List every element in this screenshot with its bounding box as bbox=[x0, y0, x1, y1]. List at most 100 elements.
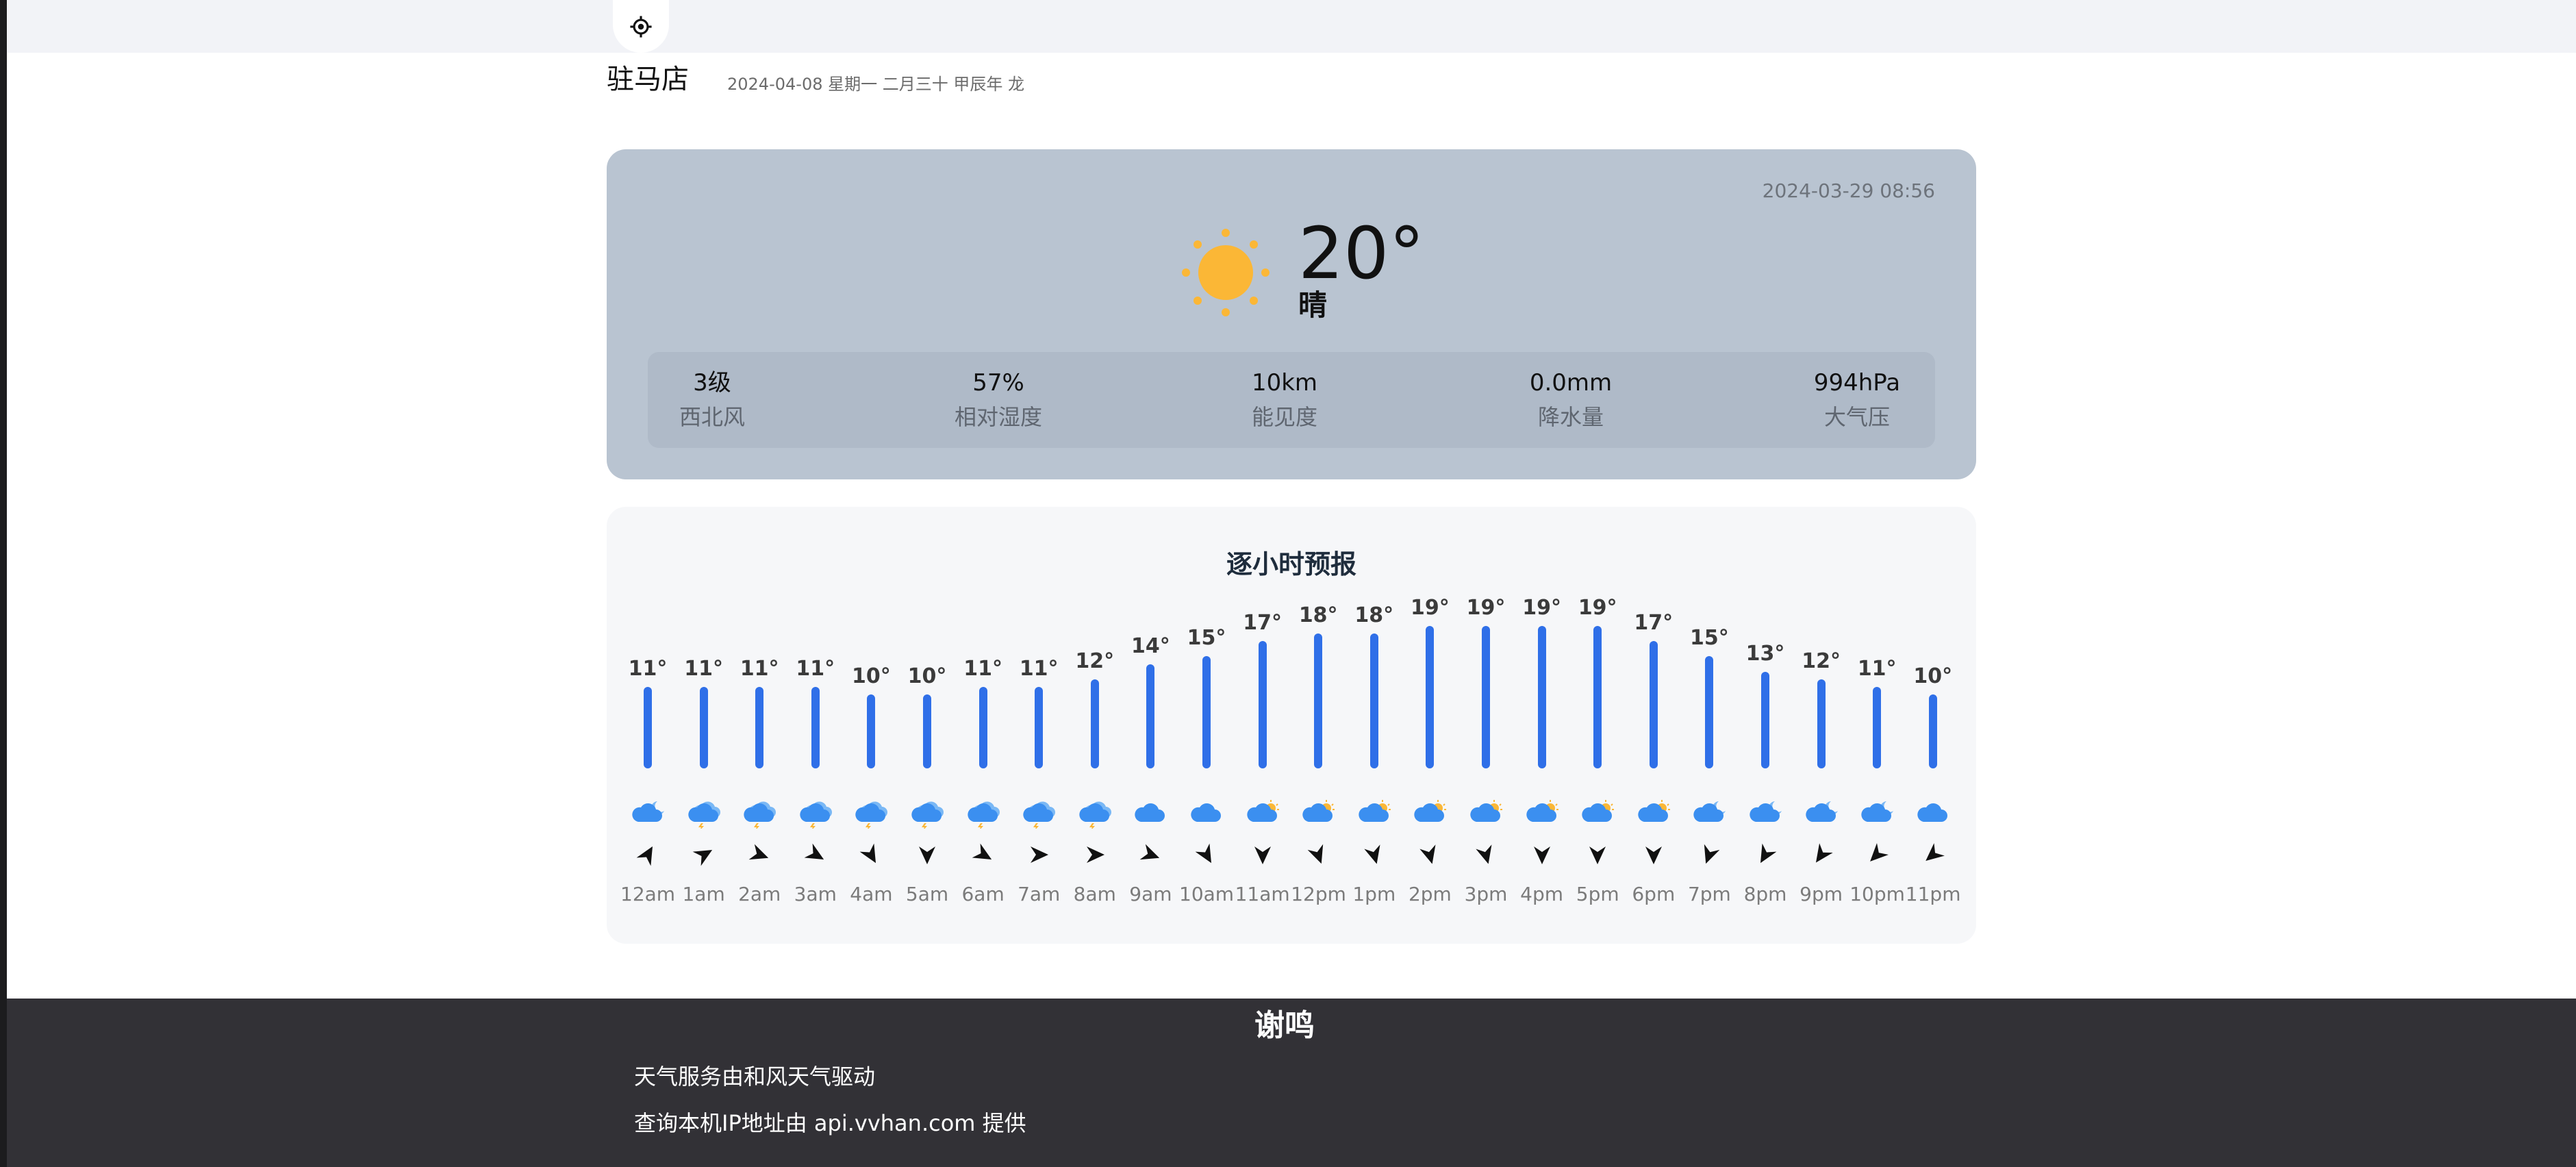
cloud-moon-icon bbox=[1750, 801, 1782, 822]
hour-label: 4pm bbox=[1520, 883, 1564, 905]
thunder-icon bbox=[800, 801, 832, 829]
thunder-icon bbox=[855, 801, 888, 829]
hour-label: 2pm bbox=[1408, 883, 1452, 905]
wind-direction-icon bbox=[1086, 846, 1104, 863]
thunder-icon bbox=[967, 801, 1000, 829]
cloud-icon bbox=[1191, 803, 1221, 822]
stat-visibility: 10km 能见度 bbox=[1196, 367, 1374, 433]
temperature-bar bbox=[1426, 626, 1435, 768]
hour-temperature: 12° bbox=[1075, 649, 1115, 673]
sun-icon bbox=[1182, 229, 1270, 316]
temperature-bar bbox=[1202, 656, 1211, 768]
hour-label: 7pm bbox=[1687, 883, 1731, 905]
update-time: 2024-03-29 08:56 bbox=[1762, 179, 1935, 202]
hour-label: 11pm bbox=[1905, 883, 1961, 905]
stat-label: 相对湿度 bbox=[954, 404, 1042, 430]
cloud-icon bbox=[1917, 803, 1947, 822]
wind-direction-icon bbox=[1925, 843, 1945, 861]
hour-column: 17° 11am bbox=[1235, 507, 1290, 944]
temperature-bar bbox=[811, 687, 820, 768]
temperature-bar bbox=[1537, 626, 1546, 768]
footer-credit-ip: 查询本机IP地址由 api.vvhan.com 提供 bbox=[634, 1110, 1026, 1136]
hour-column: 13° 8pm bbox=[1738, 507, 1793, 944]
hour-temperature: 11° bbox=[740, 657, 779, 681]
stat-label: 能见度 bbox=[1251, 404, 1317, 430]
wind-direction-icon bbox=[1031, 846, 1049, 863]
cloud-sun-icon bbox=[1302, 800, 1335, 822]
temperature-bar bbox=[978, 687, 987, 768]
hour-column: 12° 9pm bbox=[1794, 507, 1849, 944]
hour-label: 5am bbox=[905, 883, 949, 905]
hour-temperature: 11° bbox=[628, 657, 668, 681]
wind-direction-icon bbox=[1364, 844, 1380, 864]
wind-direction-icon bbox=[919, 846, 935, 864]
hour-column: 15° 7pm bbox=[1682, 507, 1737, 944]
hour-column: 11° 2am bbox=[732, 507, 787, 944]
temperature-bar bbox=[699, 687, 708, 768]
hour-label: 6am bbox=[961, 883, 1005, 905]
wind-direction-icon bbox=[804, 843, 824, 859]
hour-column: 12° 8am bbox=[1068, 507, 1122, 944]
hour-label: 7am bbox=[1018, 883, 1061, 905]
wind-direction-icon bbox=[748, 844, 769, 860]
hour-temperature: 14° bbox=[1131, 634, 1170, 658]
wind-direction-icon bbox=[1307, 844, 1324, 864]
footer-title: 谢鸣 bbox=[1254, 1008, 1315, 1043]
current-condition: 晴 bbox=[1298, 288, 1328, 322]
temperature-bar bbox=[1482, 626, 1490, 768]
hour-label: 8am bbox=[1073, 883, 1116, 905]
hourly-forecast-card: 逐小时预报 11° 12am 11° 1am 11° 2am 11° 3am 10° 4am 10°… bbox=[607, 507, 1976, 944]
temperature-bar bbox=[867, 694, 876, 768]
temperature-bar bbox=[1817, 679, 1826, 768]
hour-label: 12pm bbox=[1291, 883, 1346, 905]
wind-direction-icon bbox=[1704, 844, 1720, 864]
hour-column: 10° 11pm bbox=[1905, 507, 1961, 944]
hour-column: 11° 6am bbox=[956, 507, 1011, 944]
stat-label: 大气压 bbox=[1823, 404, 1890, 430]
cloud-sun-icon bbox=[1582, 800, 1615, 822]
hour-temperature: 15° bbox=[1690, 626, 1729, 650]
wind-direction-icon bbox=[1760, 843, 1777, 864]
hour-column: 18° 1pm bbox=[1347, 507, 1402, 944]
cloud-sun-icon bbox=[1638, 800, 1670, 822]
temperature-bar bbox=[1928, 694, 1937, 768]
hour-column: 11° 12am bbox=[620, 507, 675, 944]
hour-temperature: 12° bbox=[1802, 649, 1841, 673]
hour-column: 19° 4pm bbox=[1515, 507, 1569, 944]
stat-precipitation: 0.0mm 降水量 bbox=[1482, 367, 1660, 433]
hour-column: 15° 10am bbox=[1179, 507, 1234, 944]
hour-label: 4am bbox=[850, 883, 893, 905]
temperature-bar bbox=[644, 687, 652, 768]
hour-column: 11° 3am bbox=[788, 507, 843, 944]
hour-label: 1am bbox=[682, 883, 725, 905]
wind-direction-icon bbox=[1645, 846, 1662, 864]
current-weather-card: 2024-03-29 08:56 20° 晴 3级 西北风 57% 相对湿度 1… bbox=[607, 149, 1976, 479]
hour-label: 10pm bbox=[1849, 883, 1905, 905]
hour-temperature: 11° bbox=[1019, 657, 1059, 681]
temperature-bar bbox=[1873, 687, 1882, 768]
hour-temperature: 19° bbox=[1466, 596, 1506, 620]
weather-app: 驻马店 2024-04-08 星期一 二月三十 甲辰年 龙 2024-03-29… bbox=[0, 0, 2576, 1167]
hour-label: 3am bbox=[794, 883, 837, 905]
temperature-bar bbox=[1649, 641, 1658, 768]
wind-direction-icon bbox=[1140, 844, 1160, 860]
stat-value: 57% bbox=[972, 369, 1024, 397]
cloud-sun-icon bbox=[1470, 800, 1502, 822]
cloud-moon-icon bbox=[1693, 801, 1726, 822]
thunder-icon bbox=[687, 801, 720, 829]
hour-label: 3pm bbox=[1464, 883, 1508, 905]
wind-direction-icon bbox=[859, 843, 876, 864]
hour-temperature: 10° bbox=[852, 664, 891, 688]
hour-label: 9am bbox=[1129, 883, 1172, 905]
stats-panel: 3级 西北风 57% 相对湿度 10km 能见度 0.0mm 降水量 994hP… bbox=[648, 352, 1935, 448]
hour-label: 6pm bbox=[1632, 883, 1676, 905]
hour-temperature: 11° bbox=[684, 657, 723, 681]
hour-temperature: 10° bbox=[907, 664, 947, 688]
wind-direction-icon bbox=[1476, 844, 1492, 864]
locate-button[interactable] bbox=[613, 0, 669, 53]
hour-label: 2am bbox=[738, 883, 781, 905]
hour-temperature: 19° bbox=[1578, 596, 1617, 620]
wind-direction-icon bbox=[1195, 843, 1212, 864]
thunder-icon bbox=[1079, 801, 1111, 829]
thunder-icon bbox=[911, 801, 944, 829]
